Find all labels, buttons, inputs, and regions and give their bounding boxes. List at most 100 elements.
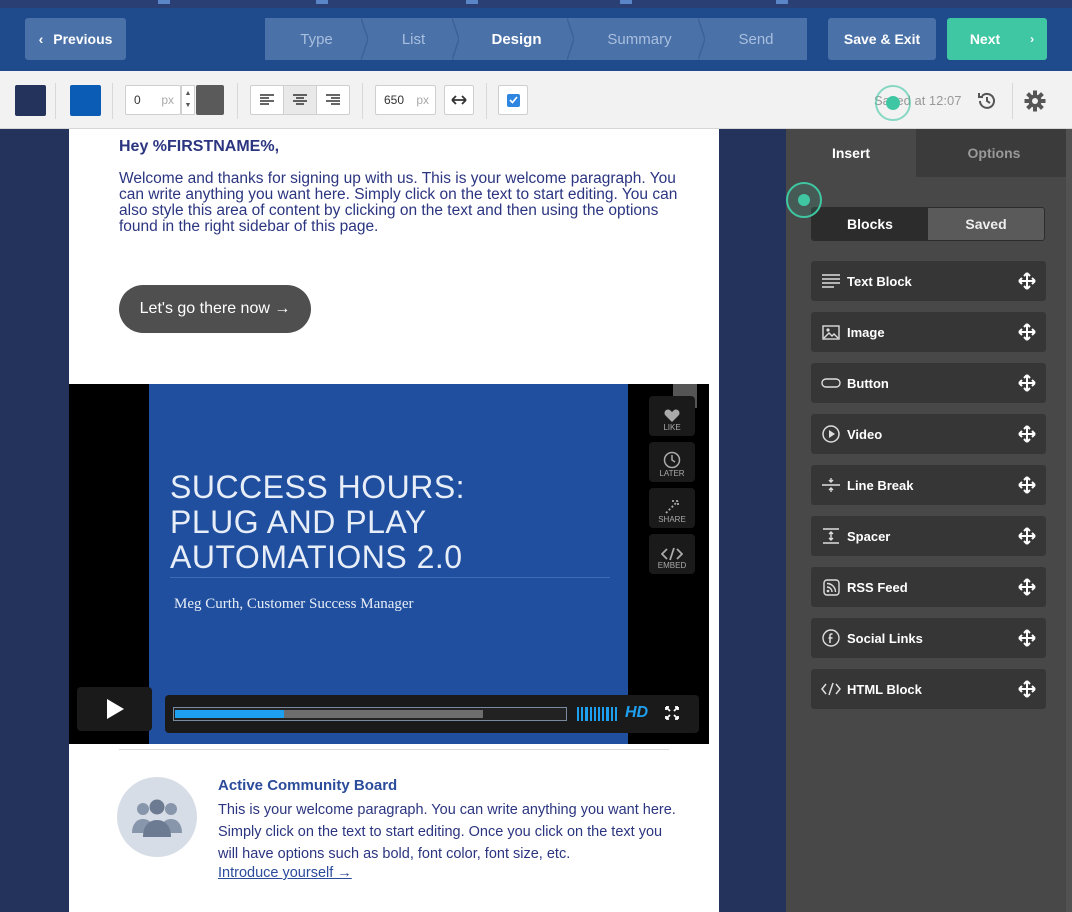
step-label: Summary: [607, 30, 672, 48]
block-text-block[interactable]: Text Block: [811, 261, 1046, 301]
checkmark-icon: [506, 93, 520, 107]
video-block[interactable]: SUCCESS HOURS: PLUG AND PLAY AUTOMATIONS…: [69, 384, 709, 744]
later-label: LATER: [659, 469, 685, 478]
block-line-break[interactable]: Line Break: [811, 465, 1046, 505]
align-left-button[interactable]: [251, 86, 284, 114]
move-icon: [1018, 374, 1036, 392]
padding-unit: px: [161, 93, 174, 107]
step-label: Send: [738, 30, 774, 48]
full-width-button[interactable]: [444, 85, 474, 115]
toggle-checkbox[interactable]: [498, 85, 528, 115]
embed-button[interactable]: EMBED: [649, 534, 695, 574]
block-video[interactable]: Video: [811, 414, 1046, 454]
save-exit-button[interactable]: Save & Exit: [828, 18, 936, 60]
toolbar-divider: [362, 83, 363, 119]
play-icon: [106, 699, 124, 719]
toolbar-divider: [55, 83, 56, 119]
chevron-left-icon: ‹: [38, 31, 44, 47]
align-center-icon: [293, 94, 307, 105]
padding-input[interactable]: 0 px: [125, 85, 181, 115]
padding-stepper[interactable]: ▲ ▼: [181, 85, 195, 115]
facebook-icon: [821, 628, 841, 648]
progress-track[interactable]: [173, 707, 567, 721]
blocks-saved-toggle: Blocks Saved: [811, 207, 1045, 241]
tutorial-hotspot[interactable]: [786, 182, 822, 218]
insert-sidebar: Insert Options Blocks Saved Text Block I…: [786, 129, 1072, 912]
block-label: RSS Feed: [847, 579, 908, 595]
content-color-swatch[interactable]: [70, 85, 101, 116]
background-color-swatch[interactable]: [15, 85, 46, 116]
volume-control[interactable]: [577, 707, 618, 721]
move-icon: [1018, 476, 1036, 494]
fullscreen-button[interactable]: [665, 706, 679, 725]
greeting-heading[interactable]: Hey %FIRSTNAME%,: [119, 138, 279, 156]
board-paragraph[interactable]: This is your welcome paragraph. You can …: [218, 799, 678, 865]
share-button[interactable]: SHARE: [649, 488, 695, 528]
wizard-header: ‹ Previous Type List Design Summary Send…: [0, 8, 1072, 71]
slide-title: SUCCESS HOURS: PLUG AND PLAY AUTOMATIONS…: [170, 469, 466, 575]
step-type[interactable]: Type: [265, 18, 369, 60]
block-button[interactable]: Button: [811, 363, 1046, 403]
step-design[interactable]: Design: [459, 18, 575, 60]
next-label: Next: [969, 31, 1001, 47]
step-send[interactable]: Send: [705, 18, 807, 60]
padding-color-swatch[interactable]: [196, 85, 224, 115]
stepper-up-icon: ▲: [184, 90, 192, 97]
design-toolbar: 0 px ▲ ▼ 650 px Saved at 12:07: [0, 71, 1072, 129]
tutorial-hotspot[interactable]: [875, 85, 911, 121]
block-rss-feed[interactable]: RSS Feed: [811, 567, 1046, 607]
horizontal-arrows-icon: [451, 95, 467, 105]
text-lines-icon: [821, 271, 841, 291]
introduce-link[interactable]: Introduce yourself →: [218, 865, 352, 881]
fullscreen-icon: [665, 706, 679, 720]
code-icon: [821, 679, 841, 699]
align-center-button[interactable]: [284, 86, 317, 114]
board-title[interactable]: Active Community Board: [218, 777, 397, 794]
move-icon: [1018, 578, 1036, 596]
cta-button[interactable]: Let's go there now →: [119, 285, 311, 333]
next-button[interactable]: Next ›: [947, 18, 1047, 60]
move-icon: [1018, 323, 1036, 341]
previous-button[interactable]: ‹ Previous: [25, 18, 126, 60]
block-label: Image: [847, 324, 885, 340]
wizard-steps: Type List Design Summary Send: [265, 18, 807, 60]
toolbar-divider: [486, 83, 487, 119]
play-button[interactable]: [77, 687, 152, 731]
email-canvas: Hey %FIRSTNAME%, Welcome and thanks for …: [0, 129, 786, 912]
settings-button[interactable]: [1023, 89, 1047, 113]
later-button[interactable]: LATER: [649, 442, 695, 482]
block-image[interactable]: Image: [811, 312, 1046, 352]
block-html-block[interactable]: HTML Block: [811, 669, 1046, 709]
padding-value: 0: [134, 93, 141, 107]
block-social-links[interactable]: Social Links: [811, 618, 1046, 658]
heart-icon: [664, 409, 680, 422]
move-icon: [1018, 629, 1036, 647]
email-body: Hey %FIRSTNAME%, Welcome and thanks for …: [69, 129, 719, 912]
clock-icon: [663, 451, 681, 469]
tab-options[interactable]: Options: [916, 129, 1072, 177]
stepper-down-icon: ▼: [184, 102, 192, 109]
history-button[interactable]: [975, 89, 999, 113]
step-list[interactable]: List: [368, 18, 460, 60]
block-label: HTML Block: [847, 681, 922, 697]
welcome-paragraph[interactable]: Welcome and thanks for signing up with u…: [119, 171, 679, 235]
code-icon: [661, 547, 683, 561]
like-button[interactable]: LIKE: [649, 396, 695, 436]
hd-toggle[interactable]: HD: [625, 704, 648, 722]
segment-saved[interactable]: Saved: [928, 208, 1044, 240]
play-circle-icon: [821, 424, 841, 444]
width-input[interactable]: 650 px: [375, 85, 436, 115]
segment-blocks[interactable]: Blocks: [812, 208, 928, 240]
block-label: Video: [847, 426, 883, 442]
move-icon: [1018, 680, 1036, 698]
align-right-button[interactable]: [317, 86, 349, 114]
tab-insert[interactable]: Insert: [786, 129, 916, 177]
width-unit: px: [416, 93, 429, 107]
content-divider: [119, 749, 669, 750]
block-label: Social Links: [847, 630, 923, 646]
block-spacer[interactable]: Spacer: [811, 516, 1046, 556]
gear-icon: [1024, 90, 1046, 112]
previous-label: Previous: [53, 31, 113, 47]
step-summary[interactable]: Summary: [574, 18, 706, 60]
window-edge: [1066, 129, 1072, 912]
